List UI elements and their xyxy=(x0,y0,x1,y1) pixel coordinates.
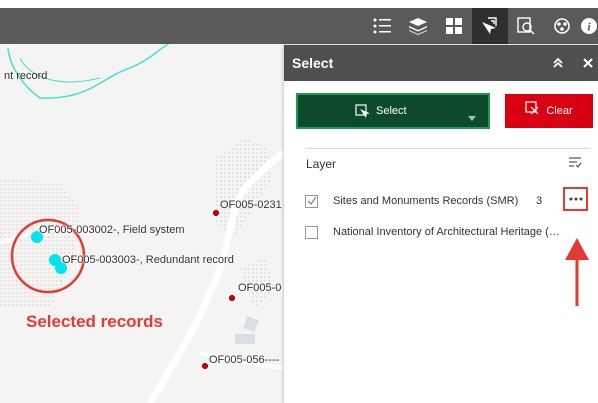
more-options-button[interactable] xyxy=(563,187,588,211)
map-label-of0231: OF005-0231 xyxy=(220,199,282,211)
map-label-field-system: OF005-003002-, Field system xyxy=(39,224,185,236)
select-tool-icon[interactable] xyxy=(472,8,508,44)
divider xyxy=(305,148,591,149)
panel-title: Select xyxy=(292,55,334,71)
layers-icon[interactable] xyxy=(400,8,436,44)
collapse-icon[interactable] xyxy=(546,45,570,81)
layer-options-icon[interactable] xyxy=(568,155,582,174)
select-button-label: Select xyxy=(376,105,407,117)
layer-name: Sites and Monuments Records (SMR) xyxy=(333,195,519,207)
layer-heading: Layer xyxy=(306,157,337,171)
panel-header: Select xyxy=(284,45,598,81)
clear-button[interactable]: Clear xyxy=(505,94,593,128)
map-label-record: nt record xyxy=(4,70,48,82)
close-icon[interactable] xyxy=(576,45,598,81)
layer-checkbox-smr[interactable] xyxy=(305,194,318,208)
legend-icon[interactable] xyxy=(364,8,400,44)
basemap-gallery-icon[interactable] xyxy=(436,8,472,44)
top-toolbar: i xyxy=(0,8,598,44)
map-label-redundant: OF005-003003-, Redundant record xyxy=(62,254,234,266)
chevron-down-icon[interactable] xyxy=(468,109,476,127)
select-button[interactable]: Select xyxy=(296,93,490,129)
selected-records-annotation: Selected records xyxy=(26,312,164,331)
layer-row-smr[interactable]: Sites and Monuments Records (SMR) 3 xyxy=(305,187,595,213)
select-panel: Select Select Clear Layer Sites and Monu… xyxy=(284,45,598,403)
layer-row-niah[interactable]: National Inventory of Architectural Heri… xyxy=(305,220,595,244)
analysis-icon[interactable] xyxy=(544,8,580,44)
layer-name: National Inventory of Architectural Heri… xyxy=(333,226,560,238)
clear-selection-icon xyxy=(525,101,540,121)
query-icon[interactable] xyxy=(508,8,544,44)
select-tool-icon xyxy=(354,103,370,119)
map-label-of0: OF005-0 xyxy=(238,282,282,294)
red-arrow-annotation xyxy=(565,238,589,306)
map-label-of056: OF005-056---- xyxy=(209,354,280,366)
layer-selected-count: 3 xyxy=(536,195,543,207)
layer-checkbox-niah[interactable] xyxy=(305,225,318,239)
clear-button-label: Clear xyxy=(546,105,573,117)
info-icon[interactable]: i xyxy=(580,8,598,44)
